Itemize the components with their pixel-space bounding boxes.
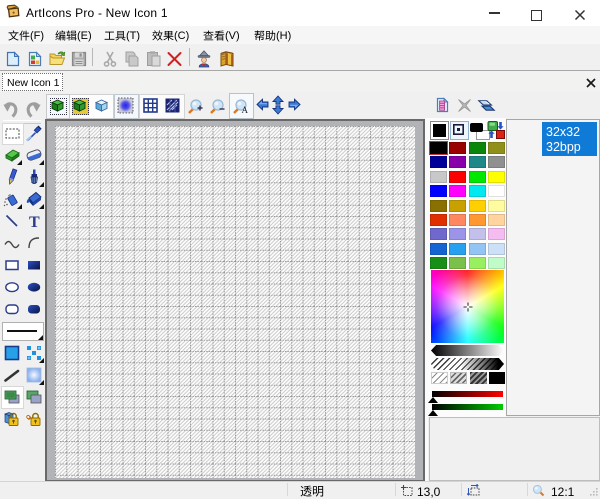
svg-text:T: T bbox=[29, 214, 40, 230]
svg-text:A: A bbox=[242, 105, 249, 115]
